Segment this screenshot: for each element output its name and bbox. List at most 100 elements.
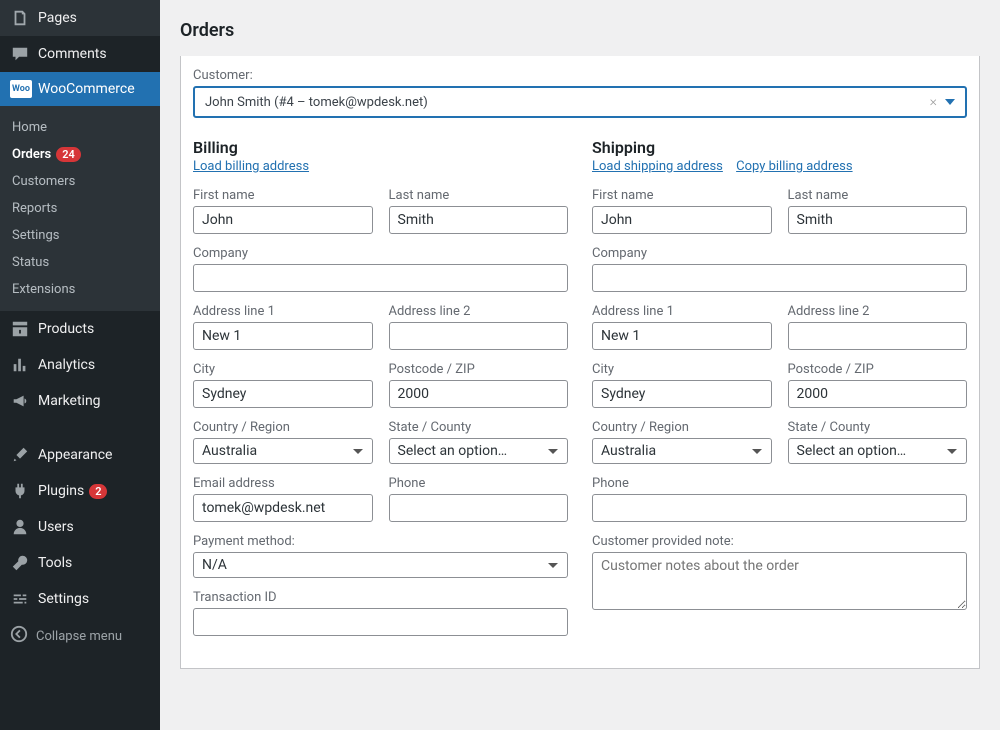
- shipping-postcode-label: Postcode / ZIP: [788, 362, 968, 377]
- sidebar-label: Settings: [38, 591, 89, 607]
- billing-last-name-label: Last name: [389, 188, 569, 203]
- sidebar-sub-extensions[interactable]: Extensions: [0, 276, 160, 303]
- shipping-company-label: Company: [592, 246, 967, 261]
- shipping-state[interactable]: Select an option…: [788, 438, 968, 464]
- billing-addr1[interactable]: [193, 322, 373, 350]
- sidebar-label: Products: [38, 321, 94, 337]
- shipping-phone-label: Phone: [592, 476, 967, 491]
- sidebar-sub-home[interactable]: Home: [0, 114, 160, 141]
- billing-postcode-label: Postcode / ZIP: [389, 362, 569, 377]
- transaction-id[interactable]: [193, 608, 568, 636]
- billing-last-name[interactable]: [389, 206, 569, 234]
- sidebar-item-marketing[interactable]: Marketing: [0, 383, 160, 419]
- shipping-postcode[interactable]: [788, 380, 968, 408]
- sidebar-item-users[interactable]: Users: [0, 509, 160, 545]
- shipping-last-name-label: Last name: [788, 188, 968, 203]
- payment-method[interactable]: N/A: [193, 552, 568, 578]
- analytics-icon: [10, 355, 30, 375]
- billing-city[interactable]: [193, 380, 373, 408]
- customer-value: John Smith (#4 – tomek@wpdesk.net): [205, 95, 428, 110]
- billing-postcode[interactable]: [389, 380, 569, 408]
- shipping-addr2-label: Address line 2: [788, 304, 968, 319]
- sidebar-item-products[interactable]: Products: [0, 311, 160, 347]
- sidebar-label: Appearance: [38, 447, 112, 463]
- sidebar-sub-customers[interactable]: Customers: [0, 168, 160, 195]
- shipping-last-name[interactable]: [788, 206, 968, 234]
- sidebar-label: Users: [38, 519, 74, 535]
- copy-billing-link[interactable]: Copy billing address: [736, 159, 852, 174]
- billing-first-name[interactable]: [193, 206, 373, 234]
- customer-note[interactable]: [592, 552, 967, 610]
- woocommerce-icon: Woo: [10, 80, 32, 98]
- sidebar-label: Pages: [38, 10, 77, 26]
- megaphone-icon: [10, 391, 30, 411]
- transaction-id-label: Transaction ID: [193, 590, 568, 605]
- billing-first-name-label: First name: [193, 188, 373, 203]
- sidebar-item-plugins[interactable]: Plugins 2: [0, 473, 160, 509]
- billing-state[interactable]: Select an option…: [389, 438, 569, 464]
- sliders-icon: [10, 589, 30, 609]
- billing-phone[interactable]: [389, 494, 569, 522]
- collapse-icon: [10, 625, 28, 647]
- user-icon: [10, 517, 30, 537]
- shipping-addr2[interactable]: [788, 322, 968, 350]
- billing-email-label: Email address: [193, 476, 373, 491]
- load-billing-link[interactable]: Load billing address: [193, 159, 309, 174]
- shipping-addr1[interactable]: [592, 322, 772, 350]
- shipping-city-label: City: [592, 362, 772, 377]
- sidebar-item-settings[interactable]: Settings: [0, 581, 160, 617]
- billing-title: Billing: [193, 138, 568, 157]
- shipping-title: Shipping: [592, 138, 967, 157]
- billing-country[interactable]: Australia: [193, 438, 373, 464]
- billing-addr1-label: Address line 1: [193, 304, 373, 319]
- sidebar-sub-status[interactable]: Status: [0, 249, 160, 276]
- billing-city-label: City: [193, 362, 373, 377]
- sidebar-item-woocommerce[interactable]: Woo WooCommerce: [0, 72, 160, 106]
- sidebar-item-appearance[interactable]: Appearance: [0, 437, 160, 473]
- billing-email[interactable]: [193, 494, 373, 522]
- page-icon: [10, 8, 30, 28]
- shipping-column: Shipping Load shipping address Copy bill…: [592, 138, 967, 648]
- shipping-country[interactable]: Australia: [592, 438, 772, 464]
- shipping-addr1-label: Address line 1: [592, 304, 772, 319]
- billing-state-label: State / County: [389, 420, 569, 435]
- sidebar-item-analytics[interactable]: Analytics: [0, 347, 160, 383]
- payment-method-label: Payment method:: [193, 534, 568, 549]
- sidebar-label: WooCommerce: [38, 81, 135, 97]
- shipping-first-name-label: First name: [592, 188, 772, 203]
- comment-icon: [10, 44, 30, 64]
- customer-label: Customer:: [193, 68, 967, 83]
- orders-badge: 24: [56, 147, 81, 162]
- sidebar-label: Tools: [38, 555, 72, 571]
- sidebar-label: Comments: [38, 46, 107, 62]
- load-shipping-link[interactable]: Load shipping address: [592, 159, 723, 174]
- sidebar-item-pages[interactable]: Pages: [0, 0, 160, 36]
- shipping-company[interactable]: [592, 264, 967, 292]
- customer-select[interactable]: John Smith (#4 – tomek@wpdesk.net) ×: [193, 86, 967, 118]
- billing-addr2[interactable]: [389, 322, 569, 350]
- sidebar-sub-orders[interactable]: Orders 24: [0, 141, 160, 168]
- brush-icon: [10, 445, 30, 465]
- chevron-down-icon[interactable]: [945, 99, 955, 105]
- sidebar-label: Marketing: [38, 393, 101, 409]
- billing-phone-label: Phone: [389, 476, 569, 491]
- wrench-icon: [10, 553, 30, 573]
- sidebar-item-comments[interactable]: Comments: [0, 36, 160, 72]
- sidebar-sub-settings[interactable]: Settings: [0, 222, 160, 249]
- billing-country-label: Country / Region: [193, 420, 373, 435]
- shipping-first-name[interactable]: [592, 206, 772, 234]
- sidebar-label: Plugins: [38, 483, 84, 499]
- sidebar-sub-reports[interactable]: Reports: [0, 195, 160, 222]
- customer-note-label: Customer provided note:: [592, 534, 967, 549]
- shipping-city[interactable]: [592, 380, 772, 408]
- plugins-badge: 2: [89, 484, 107, 499]
- sidebar-item-tools[interactable]: Tools: [0, 545, 160, 581]
- shipping-phone[interactable]: [592, 494, 967, 522]
- sidebar-label: Analytics: [38, 357, 95, 373]
- billing-column: Billing Load billing address First name …: [193, 138, 568, 648]
- page-title: Orders: [160, 0, 1000, 56]
- shipping-state-label: State / County: [788, 420, 968, 435]
- clear-icon[interactable]: ×: [930, 94, 937, 110]
- collapse-menu[interactable]: Collapse menu: [0, 617, 160, 655]
- billing-company[interactable]: [193, 264, 568, 292]
